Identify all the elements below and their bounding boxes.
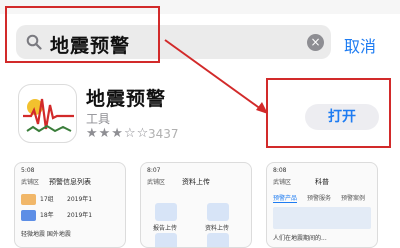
alert-chip (21, 210, 36, 221)
feature-tile (155, 203, 177, 221)
alert-chip (21, 194, 36, 205)
tile-label: 报告上传 (153, 225, 178, 232)
status-time: 8:08 (273, 167, 287, 174)
tab-products: 预警产品 (273, 195, 298, 203)
rating-stars: ★★★☆☆ (86, 126, 150, 141)
app-icon[interactable] (18, 84, 77, 143)
tab-services: 预警服务 (307, 195, 332, 202)
status-time: 8:07 (147, 167, 161, 174)
tile-label: 资料上传 (205, 225, 230, 232)
feature-tile (207, 203, 229, 221)
open-button[interactable]: 打开 (305, 104, 379, 130)
list-item-num: 18年 (40, 212, 54, 219)
rating-count: 3437 (148, 127, 179, 141)
screen-title: 资料上传 (182, 178, 210, 186)
app-title: 地震预警 (86, 88, 167, 110)
list-footer: 轻微地震 国外地震 (21, 231, 71, 238)
screenshot-preview-3[interactable]: 8:08 武铺区 科普 预警产品 预警服务 预警案例 人们在地震期间的... (266, 162, 378, 248)
feature-tile (207, 233, 229, 247)
article-card (273, 207, 371, 229)
screen-title: 预警信息列表 (49, 178, 91, 186)
list-item-num: 17组 (40, 196, 54, 203)
app-category: 工具 (86, 112, 111, 126)
article-caption: 人们在地震期间的... (273, 235, 327, 242)
list-item-text: 2019年1 (67, 212, 93, 219)
seismograph-icon (23, 98, 74, 133)
list-item-text: 2019年1 (67, 196, 93, 203)
screenshot-preview-1[interactable]: 5:08 武铺区 预警信息列表 17组 2019年1 18年 2019年1 轻微… (14, 162, 126, 248)
feature-tile (155, 233, 177, 247)
screen-title: 科普 (315, 178, 329, 186)
status-time: 5:08 (21, 167, 35, 174)
tab-cases: 预警案例 (341, 195, 366, 202)
screenshot-preview-2[interactable]: 8:07 武铺区 资料上传 报告上传 资料上传 (140, 162, 252, 248)
